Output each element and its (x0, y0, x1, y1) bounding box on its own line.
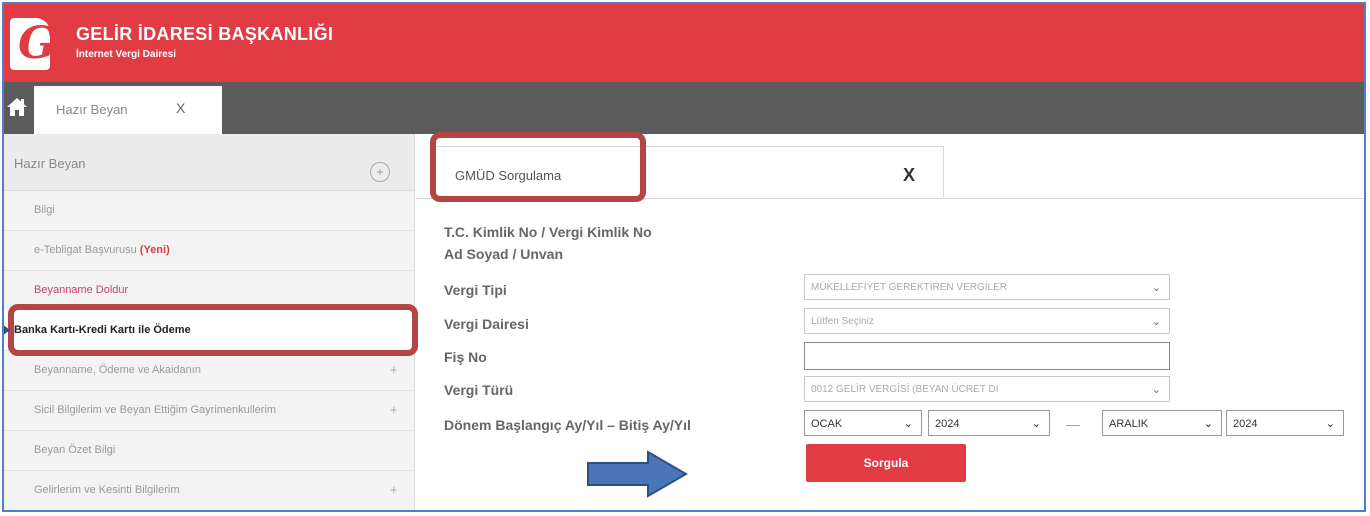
sidebar-header[interactable]: Hazır Beyan + (4, 134, 414, 191)
chevron-down-icon: ⌄ (1203, 418, 1213, 430)
tab-hazir-beyan[interactable]: Hazır Beyan X (34, 86, 222, 134)
sidebar-item-e-tebligat[interactable]: e-Tebligat Başvurusu (Yeni) (4, 230, 414, 271)
sidebar-item-bilgi[interactable]: Bilgi (4, 190, 414, 231)
tax-office-label: Vergi Dairesi (444, 316, 529, 332)
tab-label: Hazır Beyan (56, 102, 128, 117)
tax-office-select[interactable]: Lütfen Seçiniz ⌄ (804, 308, 1170, 334)
app-frame: G GELİR İDARESİ BAŞKANLIĞI İnternet Verg… (2, 2, 1366, 512)
chevron-down-icon: ⌄ (1151, 282, 1161, 294)
tax-kind-value: 0012 GELİR VERGİSİ (BEYAN ÜCRET DI (811, 384, 999, 395)
sidebar-item-label: Beyan Özet Bilgi (34, 444, 116, 456)
start-month-value: OCAK (811, 418, 843, 430)
sidebar-item-label: Beyanname Doldur (34, 284, 129, 296)
start-year-select[interactable]: 2024 ⌄ (928, 410, 1050, 436)
highlight-box-tab (430, 132, 646, 202)
sidebar-item-gelirlerim[interactable]: Gelirlerim ve Kesinti Bilgilerim + (4, 470, 414, 510)
org-title: GELİR İDARESİ BAŞKANLIĞI (76, 24, 334, 44)
start-year-value: 2024 (935, 418, 960, 430)
tax-kind-label: Vergi Türü (444, 382, 514, 398)
highlight-box-sidebar (8, 304, 418, 356)
tab-strip: Hazır Beyan X (4, 82, 1364, 134)
expand-icon[interactable]: + (390, 362, 398, 377)
collapse-toggle-icon[interactable]: + (370, 162, 390, 182)
header-bar: G GELİR İDARESİ BAŞKANLIĞI İnternet Verg… (4, 4, 1364, 82)
pointer-arrow-icon (4, 324, 10, 336)
tax-type-select[interactable]: MÜKELLEFİYET GEREKTİREN VERGİLER ⌄ (804, 274, 1170, 300)
org-subtitle: İnternet Vergi Dairesi (76, 49, 177, 60)
slip-no-label: Fiş No (444, 349, 487, 365)
tab-close-icon[interactable]: X (176, 100, 185, 116)
sidebar-item-beyan-ozet[interactable]: Beyan Özet Bilgi (4, 430, 414, 471)
slip-no-input[interactable] (804, 342, 1170, 370)
expand-icon[interactable]: + (390, 482, 398, 497)
query-button[interactable]: Sorgula (806, 444, 966, 482)
sidebar-item-text: e-Tebligat Başvurusu (34, 244, 137, 256)
period-label: Dönem Başlangıç Ay/Yıl – Bitiş Ay/Yıl (444, 417, 691, 433)
new-badge: (Yeni) (139, 244, 170, 256)
gib-logo: G (10, 18, 56, 70)
arrow-right-icon (587, 450, 688, 498)
end-year-value: 2024 (1233, 418, 1258, 430)
end-month-value: ARALIK (1109, 418, 1149, 430)
chevron-down-icon: ⌄ (1151, 384, 1161, 396)
end-year-select[interactable]: 2024 ⌄ (1226, 410, 1344, 436)
sidebar-item-label: e-Tebligat Başvurusu (Yeni) (34, 244, 170, 256)
chevron-down-icon: ⌄ (1031, 418, 1041, 430)
chevron-down-icon: ⌄ (1151, 316, 1161, 328)
chevron-down-icon: ⌄ (903, 418, 913, 430)
tax-office-value: Lütfen Seçiniz (811, 316, 874, 327)
id-label: T.C. Kimlik No / Vergi Kimlik No (444, 224, 652, 240)
tax-type-label: Vergi Tipi (444, 282, 507, 298)
home-icon[interactable] (6, 96, 28, 118)
sidebar-item-beyanname-odeme[interactable]: Beyanname, Ödeme ve Akaidanın + (4, 350, 414, 391)
start-month-select[interactable]: OCAK ⌄ (804, 410, 922, 436)
sidebar-item-label: Sicil Bilgilerim ve Beyan Ettiğim Gayrim… (34, 404, 277, 416)
sidebar-header-label: Hazır Beyan (14, 156, 86, 171)
sidebar-item-label: Beyanname, Ödeme ve Akaidanın (34, 364, 201, 376)
sidebar-item-label: Gelirlerim ve Kesinti Bilgilerim (34, 484, 180, 496)
name-label: Ad Soyad / Unvan (444, 246, 564, 262)
chevron-down-icon: ⌄ (1325, 418, 1335, 430)
close-icon[interactable]: X (903, 165, 915, 186)
expand-icon[interactable]: + (390, 402, 398, 417)
end-month-select[interactable]: ARALIK ⌄ (1102, 410, 1222, 436)
sidebar-item-sicil-bilgilerim[interactable]: Sicil Bilgilerim ve Beyan Ettiğim Gayrim… (4, 390, 414, 431)
period-separator: — (1066, 416, 1080, 432)
logo-letter: G (18, 18, 56, 69)
sidebar-item-label: Bilgi (34, 204, 55, 216)
tax-kind-select[interactable]: 0012 GELİR VERGİSİ (BEYAN ÜCRET DI ⌄ (804, 376, 1170, 402)
tax-type-value: MÜKELLEFİYET GEREKTİREN VERGİLER (811, 282, 1007, 293)
